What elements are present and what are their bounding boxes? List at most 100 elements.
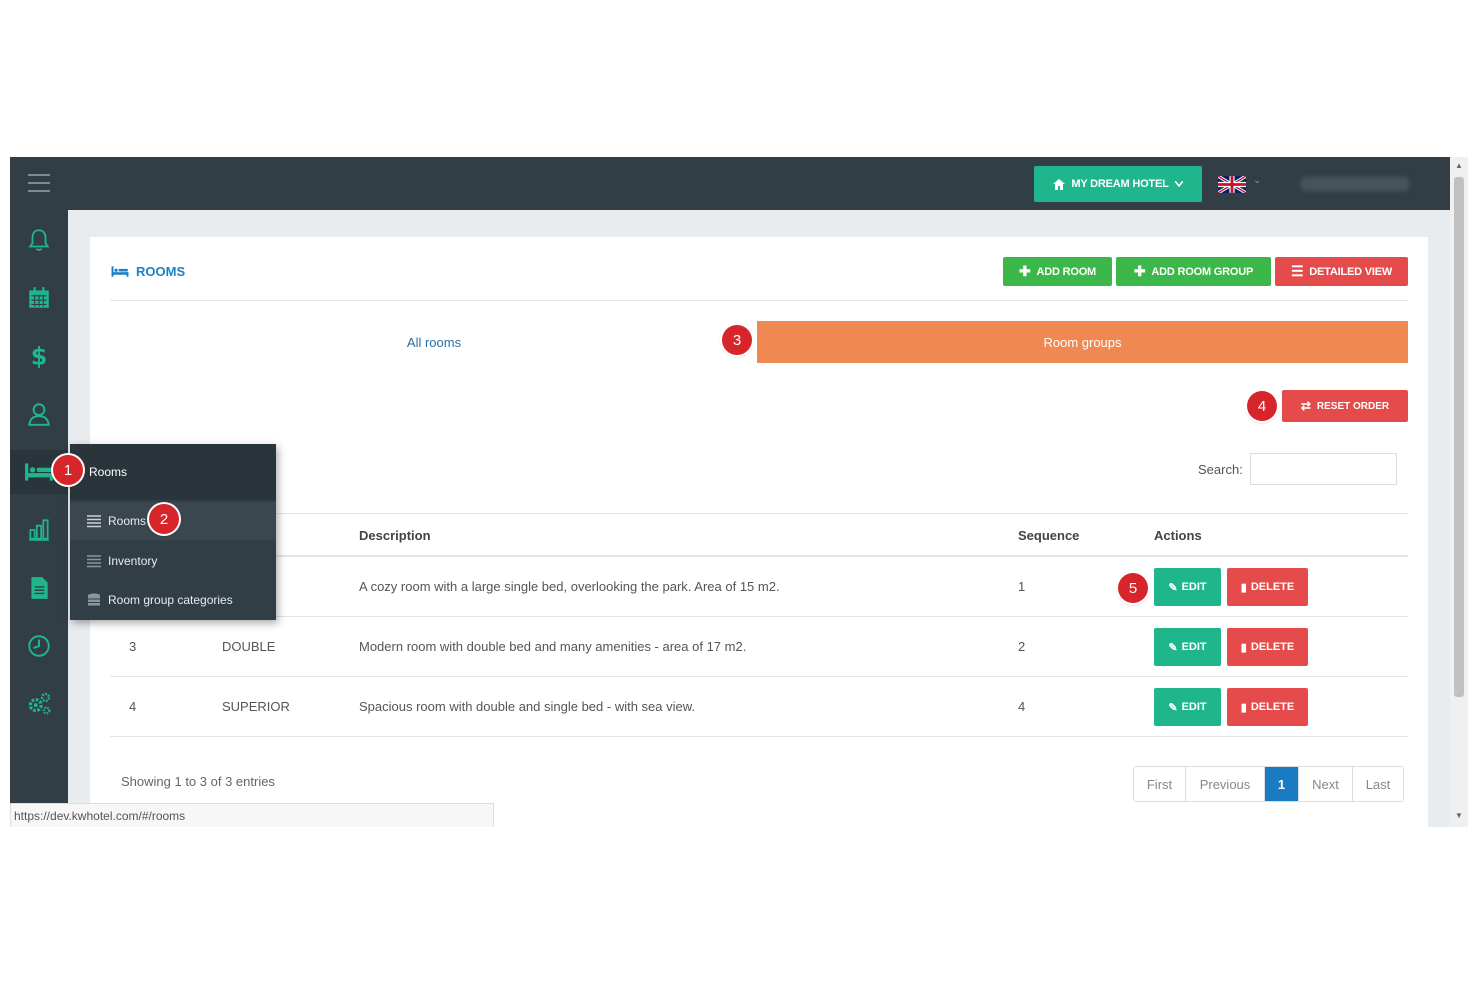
edit-icon: ✎	[1168, 641, 1178, 654]
language-chevron-icon[interactable]: ⌄	[1253, 175, 1261, 186]
detailed-view-button[interactable]: ☰ DETAILED VIEW	[1275, 257, 1408, 286]
edit-button[interactable]: ✎ EDIT	[1154, 568, 1221, 606]
edit-button[interactable]: ✎ EDIT	[1154, 628, 1221, 666]
flyout-item-room-group-categories[interactable]: Room group categories	[70, 581, 276, 619]
scroll-down-arrow-icon[interactable]: ▼	[1454, 811, 1464, 820]
user-icon	[28, 403, 50, 426]
page-last-button[interactable]: Last	[1353, 767, 1403, 801]
table-row: 4 SUPERIOR Spacious room with double and…	[110, 677, 1408, 737]
trash-icon: ▮	[1240, 701, 1247, 714]
list-icon	[87, 555, 101, 568]
reset-order-button[interactable]: ⇄ RESET ORDER	[1282, 390, 1408, 422]
menu-toggle-icon[interactable]	[28, 174, 50, 192]
header-divider	[110, 300, 1408, 301]
add-room-group-label: ADD ROOM GROUP	[1151, 265, 1254, 278]
column-header-sequence[interactable]: Sequence	[1018, 528, 1079, 543]
tab-all-rooms[interactable]: All rooms	[110, 321, 758, 363]
page-next-button[interactable]: Next	[1299, 767, 1353, 801]
scroll-up-arrow-icon[interactable]: ▲	[1454, 161, 1464, 170]
tab-room-groups[interactable]: Room groups	[757, 321, 1408, 363]
flyout-item-label: Rooms	[108, 514, 147, 528]
flyout-item-inventory[interactable]: Inventory	[70, 542, 276, 580]
pagination: First Previous 1 Next Last	[1133, 766, 1404, 802]
dollar-icon: $	[31, 343, 48, 369]
table-row: A cozy room with a large single bed, ove…	[110, 557, 1408, 617]
room-sequence: 4	[1018, 699, 1026, 714]
reset-order-label: RESET ORDER	[1316, 400, 1390, 412]
edit-label: EDIT	[1181, 641, 1207, 653]
page-title: ROOMS	[110, 264, 185, 279]
step-marker-4: 4	[1247, 391, 1277, 421]
room-sequence: 1	[1018, 579, 1026, 594]
hotel-selector-label: MY DREAM HOTEL	[1071, 178, 1169, 190]
room-id: 4	[129, 699, 137, 714]
sidebar-item-notifications[interactable]	[10, 218, 68, 262]
table-row: 3 DOUBLE Modern room with double bed and…	[110, 617, 1408, 677]
table-header-row: Description Sequence Actions	[110, 513, 1408, 557]
delete-button[interactable]: ▮ DELETE	[1227, 688, 1308, 726]
trash-icon: ▮	[1240, 581, 1247, 594]
sidebar: $	[10, 210, 68, 827]
sidebar-item-reports[interactable]	[10, 508, 68, 552]
page-scrollbar[interactable]: ▲ ▼	[1450, 157, 1468, 827]
delete-label: DELETE	[1250, 701, 1295, 713]
bar-chart-icon	[29, 519, 49, 541]
column-header-description[interactable]: Description	[359, 528, 431, 543]
trash-icon: ▮	[1240, 641, 1247, 654]
add-room-button[interactable]: ✚ ADD ROOM	[1003, 257, 1112, 286]
flyout-item-label: Inventory	[108, 554, 158, 568]
detailed-view-label: DETAILED VIEW	[1309, 265, 1393, 278]
svg-text:$: $	[31, 343, 48, 369]
sidebar-item-calendar[interactable]	[10, 276, 68, 320]
page-1-button[interactable]: 1	[1265, 767, 1299, 801]
uk-flag-icon[interactable]	[1218, 176, 1246, 193]
add-room-group-button[interactable]: ✚ ADD ROOM GROUP	[1116, 257, 1271, 286]
list-icon: ☰	[1290, 263, 1304, 279]
sidebar-item-history[interactable]	[10, 624, 68, 668]
step-marker-5: 5	[1118, 573, 1148, 603]
scrollbar-thumb[interactable]	[1454, 177, 1464, 697]
flyout-title-label: Rooms	[89, 465, 128, 479]
sidebar-item-documents[interactable]	[10, 566, 68, 610]
database-icon	[88, 593, 100, 606]
column-header-actions: Actions	[1154, 528, 1202, 543]
sidebar-item-settings[interactable]	[10, 682, 68, 726]
clock-icon	[28, 635, 50, 657]
step-marker-2: 2	[149, 504, 179, 534]
shuffle-icon: ⇄	[1300, 399, 1311, 413]
sidebar-item-finance[interactable]: $	[10, 334, 68, 378]
flyout-item-label: Room group categories	[108, 593, 233, 607]
edit-icon: ✎	[1168, 581, 1178, 594]
room-description: Modern room with double bed and many ame…	[359, 639, 747, 654]
rooms-panel: ROOMS ✚ ADD ROOM ✚ ADD ROOM GROUP ☰ DETA…	[90, 237, 1428, 827]
tab-all-rooms-label: All rooms	[406, 334, 462, 350]
top-bar: MY DREAM HOTEL ⌄	[10, 157, 1450, 210]
room-sequence: 2	[1018, 639, 1026, 654]
page-first-button[interactable]: First	[1134, 767, 1186, 801]
page-previous-button[interactable]: Previous	[1186, 767, 1265, 801]
step-marker-3: 3	[722, 325, 752, 355]
rooms-table: Description Sequence Actions A cozy room…	[110, 513, 1408, 737]
entries-info: Showing 1 to 3 of 3 entries	[121, 774, 275, 789]
sidebar-item-guests[interactable]	[10, 392, 68, 436]
edit-label: EDIT	[1181, 581, 1207, 593]
flyout-title[interactable]: Rooms	[70, 444, 276, 500]
delete-button[interactable]: ▮ DELETE	[1227, 568, 1308, 606]
chevron-down-icon	[1174, 181, 1183, 187]
delete-label: DELETE	[1250, 581, 1295, 593]
tab-room-groups-label: Room groups	[1043, 334, 1122, 350]
edit-icon: ✎	[1168, 701, 1178, 714]
delete-button[interactable]: ▮ DELETE	[1227, 628, 1308, 666]
calendar-icon	[29, 287, 49, 308]
page-title-text: ROOMS	[136, 264, 186, 279]
gears-icon	[28, 692, 51, 715]
room-description: Spacious room with double and single bed…	[359, 699, 696, 714]
bell-icon	[28, 229, 50, 251]
room-id: 3	[129, 639, 137, 654]
bed-icon	[111, 266, 129, 277]
edit-button[interactable]: ✎ EDIT	[1154, 688, 1221, 726]
room-name: SUPERIOR	[222, 699, 290, 714]
search-input[interactable]	[1250, 453, 1397, 485]
hotel-selector-button[interactable]: MY DREAM HOTEL	[1034, 166, 1202, 202]
user-menu[interactable]	[1300, 177, 1410, 191]
